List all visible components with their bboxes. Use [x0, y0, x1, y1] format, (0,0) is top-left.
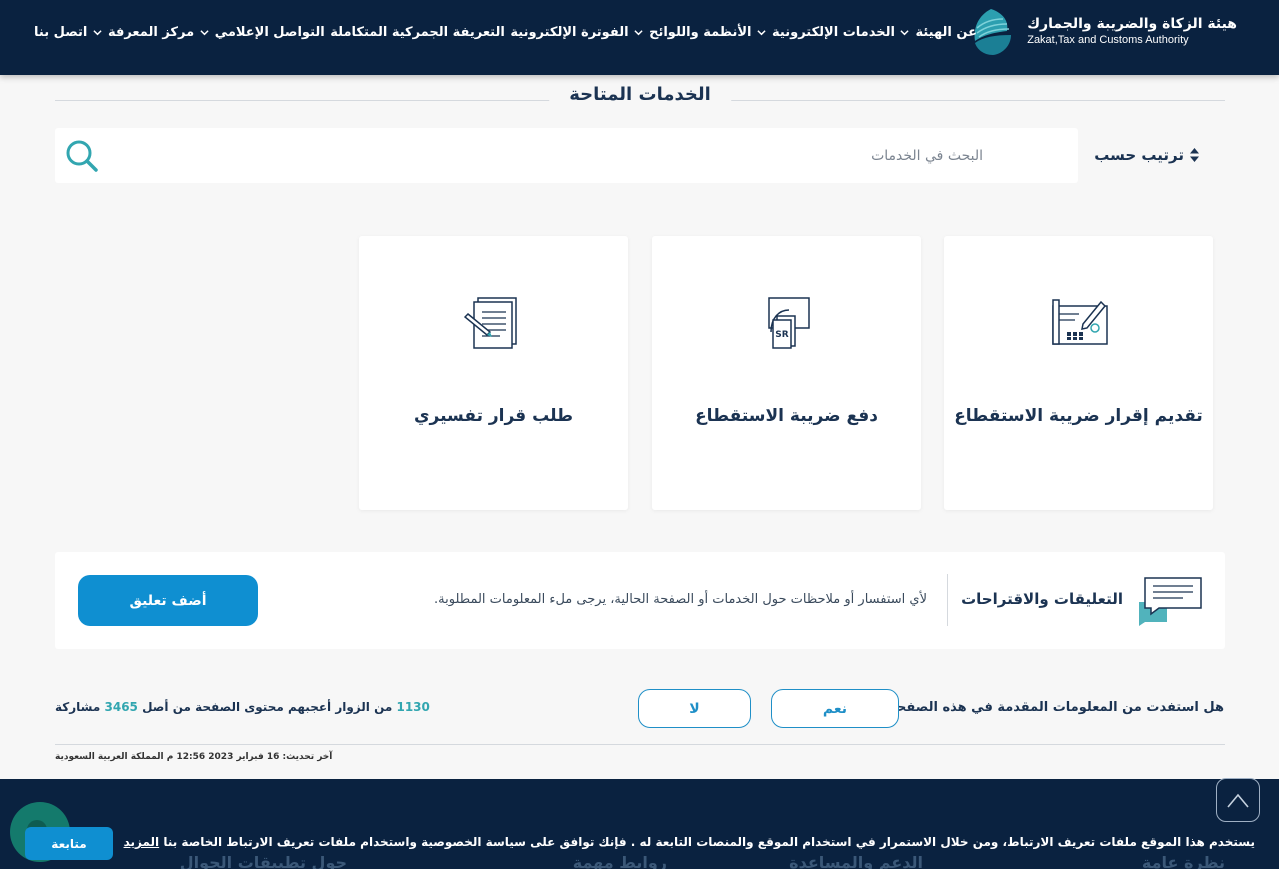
nav-item-label: التواصل الإعلامي [214, 24, 325, 40]
service-card-interpretive-decision-request[interactable]: طلب قرار تفسيري [359, 236, 628, 510]
cookie-continue-button[interactable]: متابعة [25, 827, 113, 860]
add-comment-button[interactable]: أضف تعليق [78, 575, 258, 626]
main-nav: عن الهيئة الخدمات الإلكترونية الأنظمة وا… [34, 20, 977, 44]
service-card-pay-withholding-tax[interactable]: SR دفع ضريبة الاستقطاع [652, 236, 921, 510]
site-header: هيئة الزكاة والضريبة والجمارك Zakat,Tax … [0, 0, 1279, 75]
chevron-up-icon [1227, 793, 1249, 808]
last-update: آخر تحديث: 16 فبراير 2023 12:56 م المملك… [55, 752, 333, 762]
zatca-logo[interactable]: هيئة الزكاة والضريبة والجمارك Zakat,Tax … [967, 6, 1237, 58]
feedback-section: التعليقات والاقتراحات لأي استفسار أو ملا… [55, 552, 1225, 649]
sort-button[interactable]: ترتيب حسب [1094, 143, 1199, 167]
footer-col-overview[interactable]: نظرة عامة [1142, 853, 1225, 869]
search-icon[interactable] [65, 139, 99, 173]
rating-yes-button[interactable]: نعم [771, 689, 899, 728]
footer-col-mobile-apps[interactable]: حول تطبيقات الجوال [180, 853, 347, 869]
service-card-submit-withholding-return[interactable]: تقديم إقرار ضريبة الاستقطاع [944, 236, 1213, 510]
chevron-down-icon [757, 29, 766, 35]
card-label: تقديم إقرار ضريبة الاستقطاع [954, 406, 1203, 426]
cookie-notice: يستخدم هذا الموقع ملفات تعريف الارتباط، … [124, 835, 1255, 849]
sort-label: ترتيب حسب [1094, 146, 1184, 164]
page-title: الخدمات المتاحة [549, 84, 731, 105]
nav-item-regulations[interactable]: الأنظمة واللوائح [634, 25, 751, 40]
logo-english-name: Zakat,Tax and Customs Authority [1027, 33, 1189, 46]
footer-col-links[interactable]: روابط مهمة [573, 853, 667, 869]
tax-form-icon [1051, 299, 1108, 345]
stats-middle: من الزوار أعجبهم محتوى الصفحة من أصل [142, 700, 393, 714]
nav-item-label: عن الهيئة [915, 24, 977, 40]
site-footer: نظرة عامة الدعم والمساعدة روابط مهمة حول… [0, 779, 1279, 869]
feedback-divider [947, 574, 948, 626]
card-label: طلب قرار تفسيري [413, 406, 574, 426]
cookie-more-link[interactable]: المزيد [124, 835, 160, 849]
chevron-down-icon [900, 29, 910, 35]
nav-item-e-invoicing[interactable]: الفوترة الإلكترونية [510, 25, 628, 40]
nav-item-media[interactable]: التواصل الإعلامي [200, 25, 325, 40]
search-box [55, 128, 1078, 183]
svg-text:SR: SR [775, 330, 788, 340]
rating-divider [55, 744, 1225, 745]
logo-arabic-name: هيئة الزكاة والضريبة والجمارك [1027, 16, 1237, 33]
footer-col-support[interactable]: الدعم والمساعدة [789, 853, 923, 869]
feedback-title: التعليقات والاقتراحات [961, 590, 1123, 608]
nav-item-label: الخدمات الإلكترونية [772, 24, 895, 40]
liked-count: 1130 [396, 700, 430, 714]
stats-suffix: مشاركة [55, 700, 101, 714]
nav-item-customs-tariff[interactable]: التعريفة الجمركية المتكاملة [330, 25, 505, 40]
rating-stats: 1130 من الزوار أعجبهم محتوى الصفحة من أص… [55, 700, 430, 714]
payment-card-icon: SR [767, 297, 810, 349]
nav-item-e-services[interactable]: الخدمات الإلكترونية [757, 25, 895, 40]
nav-item-label: الأنظمة واللوائح [649, 24, 752, 40]
rating-question: هل استفدت من المعلومات المقدمة في هذه ال… [881, 700, 1224, 715]
chevron-down-icon [93, 29, 102, 35]
feedback-text: لأي استفسار أو ملاحظات حول الخدمات أو ال… [434, 592, 927, 607]
total-count: 3465 [104, 700, 138, 714]
nav-item-contact[interactable]: اتصل بنا [34, 25, 87, 40]
comments-icon [1139, 577, 1202, 626]
nav-item-label: الفوترة الإلكترونية [510, 24, 629, 40]
logo-text: هيئة الزكاة والضريبة والجمارك Zakat,Tax … [1027, 16, 1237, 47]
nav-item-label: التعريفة الجمركية المتكاملة [330, 24, 505, 40]
cookie-text: يستخدم هذا الموقع ملفات تعريف الارتباط، … [163, 835, 1255, 849]
search-input[interactable] [138, 128, 1078, 183]
chevron-down-icon [634, 29, 643, 35]
rating-no-button[interactable]: لا [638, 689, 751, 728]
nav-item-knowledge-center[interactable]: مركز المعرفة [93, 25, 194, 40]
section-title-wrap: الخدمات المتاحة [55, 84, 1225, 112]
nav-item-label: اتصل بنا [34, 24, 88, 40]
nav-item-label: مركز المعرفة [107, 24, 195, 40]
chevron-down-icon [200, 29, 209, 35]
sort-icon [1190, 148, 1199, 162]
card-label: دفع ضريبة الاستقطاع [695, 406, 878, 426]
document-request-icon [463, 297, 517, 349]
nav-item-about[interactable]: عن الهيئة [900, 25, 977, 40]
scroll-to-top-button[interactable] [1216, 778, 1260, 822]
